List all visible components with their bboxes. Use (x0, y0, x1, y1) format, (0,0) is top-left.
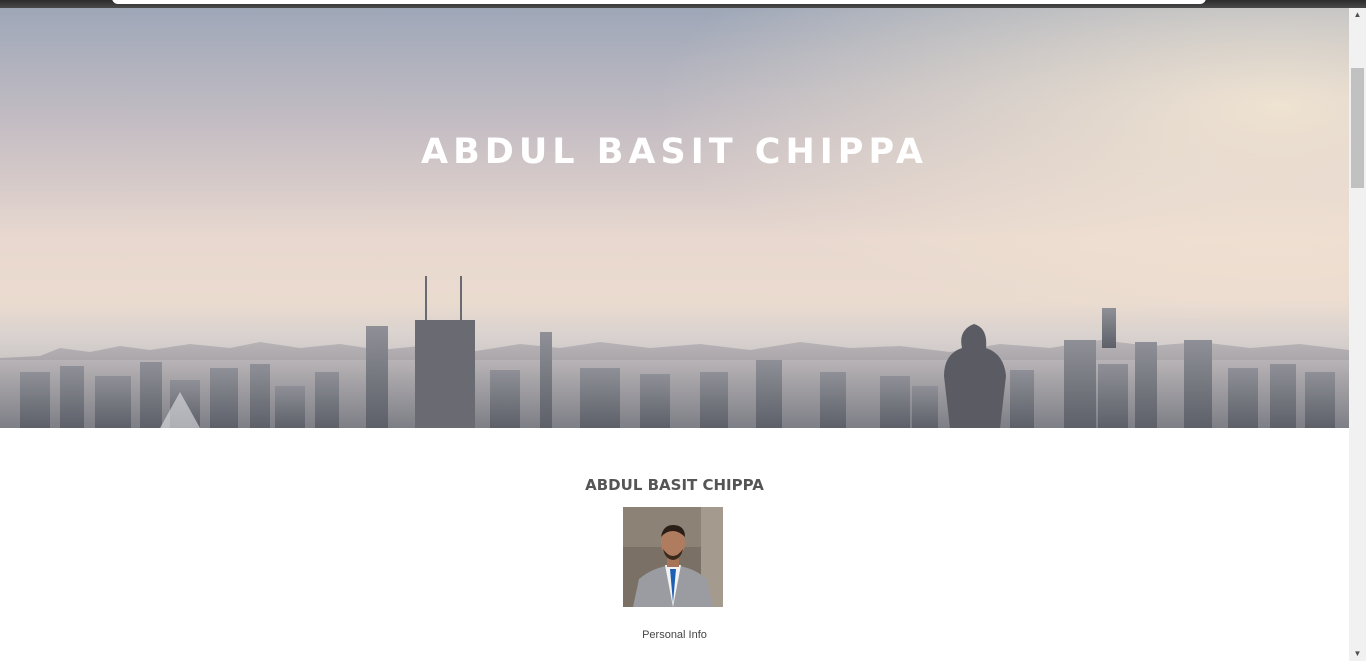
personal-info-link[interactable]: Personal Info (0, 629, 1349, 641)
scrollbar-thumb[interactable] (1351, 68, 1364, 188)
browser-address-area (112, 0, 1206, 4)
vertical-scrollbar[interactable]: ▲ ▼ (1349, 8, 1366, 661)
scroll-down-arrow-icon[interactable]: ▼ (1349, 647, 1366, 661)
hero-title: ABDUL BASIT CHIPPA (421, 132, 928, 172)
scroll-up-arrow-icon[interactable]: ▲ (1349, 8, 1366, 22)
hero-banner: ABDUL BASIT CHIPPA (0, 8, 1349, 428)
profile-name: ABDUL BASIT CHIPPA (585, 476, 764, 494)
hooded-figure (944, 324, 1006, 428)
page: ABDUL BASIT CHIPPA ABDUL BASIT CHIPPA Pe… (0, 8, 1349, 661)
city-skyline-image (0, 276, 1349, 428)
profile-photo (623, 507, 723, 607)
browser-top-bar (0, 0, 1366, 8)
